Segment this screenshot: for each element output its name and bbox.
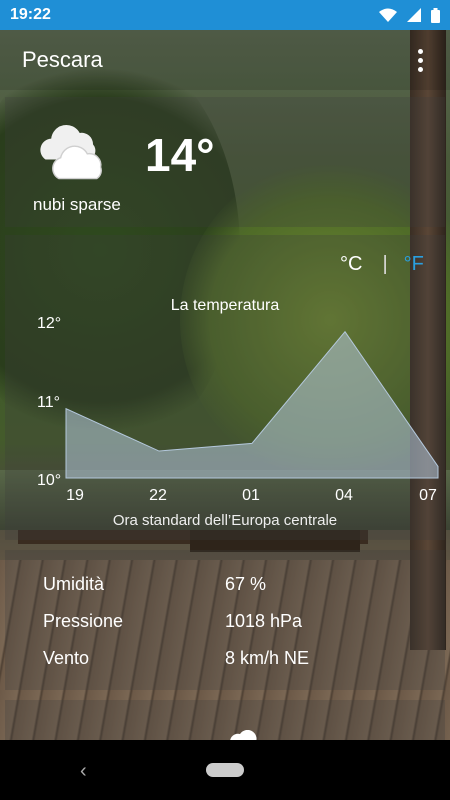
detail-label: Pressione: [43, 611, 124, 631]
battery-icon: [431, 7, 440, 23]
city-title: Pescara: [22, 47, 103, 72]
x-tick-label: 22: [149, 487, 167, 504]
detail-value: 1018 hPa: [225, 611, 303, 631]
x-tick-label: 19: [66, 487, 84, 504]
unit-separator: |: [382, 253, 388, 275]
celsius-button[interactable]: °C: [340, 253, 362, 276]
x-tick-label: 07: [419, 487, 437, 504]
cloud-icon: [40, 124, 102, 180]
wifi-icon: [379, 8, 397, 22]
signal-icon: [407, 8, 421, 22]
app-toolbar: Pescara: [0, 30, 450, 90]
back-icon[interactable]: ‹: [80, 760, 87, 783]
y-tick-label: 11°: [37, 394, 61, 411]
overflow-menu-icon[interactable]: [408, 45, 432, 75]
detail-value: 67 %: [225, 574, 267, 594]
x-tick-label: 01: [242, 487, 260, 504]
pressure-row: Pressione 1018 hPa: [43, 611, 403, 632]
current-temperature: 14°: [145, 129, 215, 181]
y-tick-label: 10°: [37, 472, 62, 489]
x-axis-label: Ora standard dell’Europa centrale: [112, 512, 338, 529]
home-icon[interactable]: [206, 763, 244, 777]
y-tick-label: 12°: [37, 315, 62, 332]
detail-label: Vento: [43, 648, 90, 668]
x-tick-label: 04: [335, 487, 353, 504]
fahrenheit-button[interactable]: °F: [404, 253, 424, 276]
humidity-row: Umidità 67 %: [43, 574, 403, 595]
detail-label: Umidità: [43, 574, 105, 594]
status-time: 19:22: [10, 6, 51, 23]
unit-toggle: °C | °F: [340, 253, 424, 276]
weather-description: nubi sparse: [33, 195, 121, 214]
chart-title: La temperatura: [170, 297, 280, 314]
detail-value: 8 km/h NE: [225, 648, 310, 668]
wind-row: Vento 8 km/h NE: [43, 648, 403, 669]
status-bar: 19:22: [0, 0, 450, 30]
